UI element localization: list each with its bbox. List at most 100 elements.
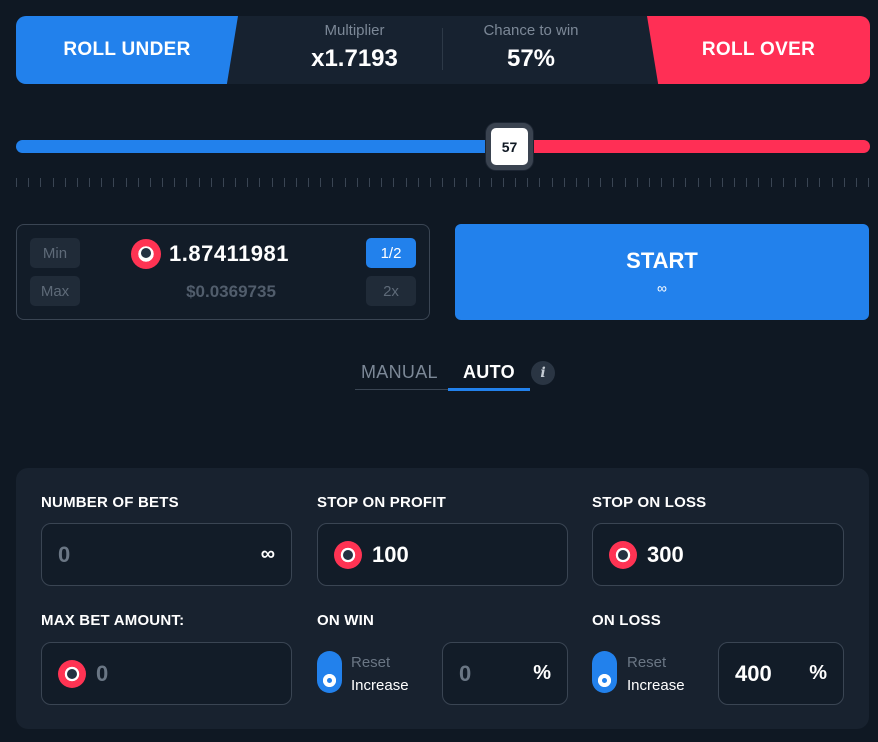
slider-tick <box>636 178 638 187</box>
multiplier-stat: Multiplier x1.7193 <box>272 22 437 73</box>
slider-tick <box>308 178 310 187</box>
stop-on-profit-value: 100 <box>372 541 409 567</box>
roll-over-button[interactable]: ROLL OVER <box>647 16 870 84</box>
multiplier-value: x1.7193 <box>311 45 398 72</box>
slider-tick <box>807 178 809 187</box>
slider-tick <box>235 178 237 187</box>
double-bet-button[interactable]: 2x <box>366 276 416 306</box>
slider-tick <box>600 178 602 187</box>
slider-tick <box>648 178 650 187</box>
slider-tick <box>332 178 334 187</box>
slider-tick <box>320 178 322 187</box>
on-loss-reset-option[interactable]: Reset <box>627 654 666 671</box>
slider-tick <box>551 178 553 187</box>
start-sub-label: ∞ <box>657 280 667 296</box>
slider-tick <box>368 178 370 187</box>
tab-auto[interactable]: AUTO <box>463 362 515 383</box>
number-of-bets-input[interactable]: 0 ∞ <box>41 523 292 586</box>
slider-tick <box>697 178 699 187</box>
slider-tick <box>709 178 711 187</box>
slider-tick <box>186 178 188 187</box>
on-loss-label: ON LOSS <box>592 612 661 629</box>
slider-tick <box>673 178 675 187</box>
slider-tick <box>149 178 151 187</box>
half-bet-button[interactable]: 1/2 <box>366 238 416 268</box>
slider-tick <box>527 178 529 187</box>
on-win-increase-option[interactable]: Increase <box>351 677 409 694</box>
stop-on-loss-label: STOP ON LOSS <box>592 494 707 511</box>
max-bet-amount-label: MAX BET AMOUNT: <box>41 612 185 629</box>
slider-tick <box>612 178 614 187</box>
max-bet-amount-value: 0 <box>96 660 109 686</box>
slider-tick <box>575 178 577 187</box>
bet-amount-value[interactable]: 1.87411981 <box>131 239 289 269</box>
on-loss-toggle[interactable] <box>592 651 617 693</box>
slider-ticks <box>16 178 870 187</box>
min-bet-button[interactable]: Min <box>30 238 80 268</box>
start-label: START <box>626 248 698 273</box>
slider-tick <box>174 178 176 187</box>
slider-track-under[interactable] <box>16 140 510 153</box>
slider-handle[interactable]: 57 <box>486 123 533 170</box>
on-loss-increase-option[interactable]: Increase <box>627 677 685 694</box>
slider-tick <box>502 178 504 187</box>
percent-sign: % <box>533 662 551 684</box>
slider-tick <box>782 178 784 187</box>
chance-stat: Chance to win 57% <box>446 22 616 73</box>
slider-tick <box>429 178 431 187</box>
slider-tick <box>563 178 565 187</box>
slider-tick <box>89 178 91 187</box>
slider-tick <box>624 178 626 187</box>
slider-tick <box>381 178 383 187</box>
bfg-coin-icon <box>609 540 637 569</box>
on-win-percent-input[interactable]: 0 % <box>442 642 568 705</box>
slider-tick <box>271 178 273 187</box>
slider-tick <box>478 178 480 187</box>
slider-tick <box>162 178 164 187</box>
slider-track-over[interactable] <box>510 140 870 153</box>
slider-tick <box>259 178 261 187</box>
start-button[interactable]: START ∞ <box>455 224 869 320</box>
bet-amount-box: Min Max 1.87411981 $0.0369735 1/2 2x <box>16 224 430 320</box>
auto-settings-panel: NUMBER OF BETS 0 ∞ STOP ON PROFIT 100 ST… <box>16 468 869 729</box>
on-win-percent-value: 0 <box>459 660 472 686</box>
info-icon[interactable]: i <box>531 361 555 385</box>
slider-tick <box>795 178 796 187</box>
slider-tick <box>247 178 249 187</box>
slider-tick <box>125 178 127 187</box>
number-of-bets-label: NUMBER OF BETS <box>41 494 179 511</box>
slider-tick <box>222 178 224 187</box>
slider-tick <box>868 178 870 187</box>
stop-on-loss-input[interactable]: 300 <box>592 523 844 586</box>
slider-tick <box>137 178 139 187</box>
slider-tick <box>466 178 468 187</box>
tab-manual[interactable]: MANUAL <box>361 362 438 383</box>
slider-tick <box>405 178 407 187</box>
slider-tick <box>588 178 590 187</box>
slider-tick <box>539 178 541 187</box>
bfg-coin-icon <box>334 540 362 569</box>
on-win-toggle[interactable] <box>317 651 342 693</box>
stop-on-profit-input[interactable]: 100 <box>317 523 568 586</box>
slider-tick <box>831 178 833 187</box>
roll-under-button[interactable]: ROLL UNDER <box>16 16 238 84</box>
bet-amount-text: 1.87411981 <box>169 241 290 266</box>
slider-tick <box>76 178 78 187</box>
slider-tick <box>393 178 395 187</box>
slider-tick <box>52 178 54 187</box>
on-win-reset-option[interactable]: Reset <box>351 654 390 671</box>
slider-tick <box>64 178 66 187</box>
on-win-label: ON WIN <box>317 612 375 629</box>
chance-label: Chance to win <box>483 22 579 39</box>
slider-tick <box>770 178 772 187</box>
stop-on-loss-value: 300 <box>647 541 684 567</box>
slider-tick <box>454 178 456 187</box>
slider-tick <box>758 178 760 187</box>
slider-tick <box>283 178 285 187</box>
max-bet-button[interactable]: Max <box>30 276 80 306</box>
slider-tick <box>417 178 419 187</box>
max-bet-amount-input[interactable]: 0 <box>41 642 292 705</box>
slider-tick <box>721 178 723 187</box>
slider-tick <box>746 178 748 187</box>
on-loss-percent-input[interactable]: 400 % <box>718 642 844 705</box>
